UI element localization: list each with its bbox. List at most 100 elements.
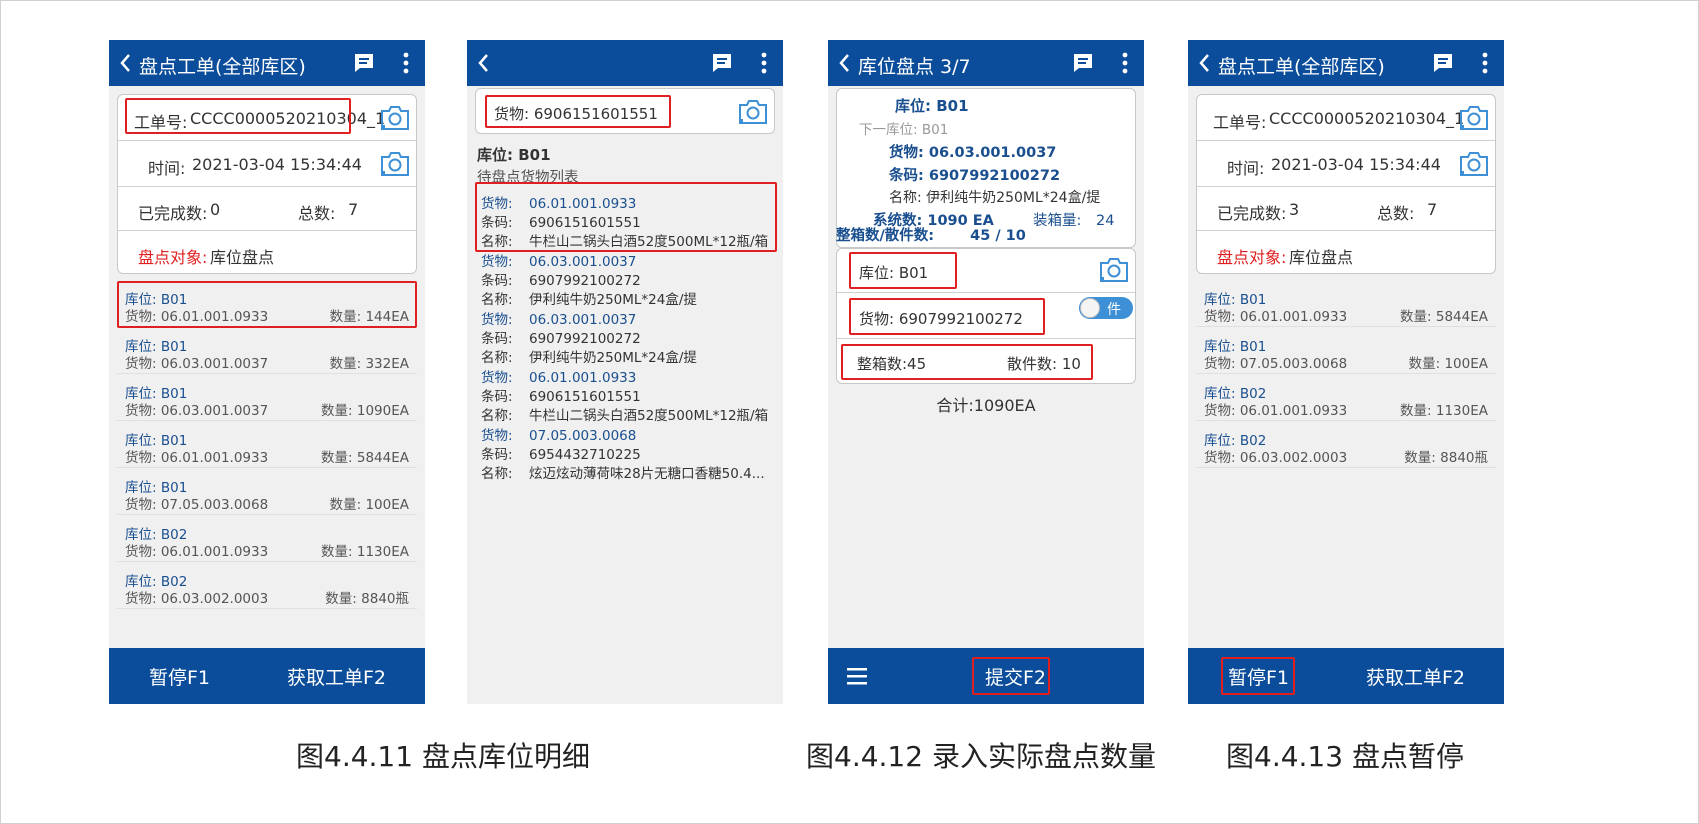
barcode-label: 条码: — [889, 168, 924, 184]
message-icon[interactable] — [1072, 52, 1094, 74]
unit-toggle[interactable]: 件 — [1079, 297, 1133, 319]
location-line: 库位: B01 — [895, 95, 969, 116]
name-line: 名称: 牛栏山二锅头白酒52度500ML*12瓶/箱 — [481, 404, 768, 424]
time-value: 2021-03-04 15:34:44 — [1271, 155, 1441, 174]
message-icon[interactable] — [1432, 52, 1454, 74]
list-item[interactable]: 库位: B01 货物: 06.03.001.0037 数量: 332EA — [117, 327, 417, 374]
order-info-card: 工单号: CCCC0000520210304_1 时间: 2021-03-04 … — [1196, 94, 1496, 274]
target-value: 库位盘点 — [210, 248, 275, 267]
list-item[interactable]: 库位: B02 货物: 06.03.002.0003 数量: 8840瓶 — [117, 562, 417, 609]
name-value: 伊利纯牛奶250ML*24盒/提 — [529, 350, 697, 366]
location-list: 库位: B01 货物: 06.01.001.0933 数量: 144EA 库位: B… — [117, 280, 417, 609]
scan-camera-icon[interactable] — [1459, 151, 1489, 177]
scan-camera-icon[interactable] — [1459, 105, 1489, 131]
highlight-box — [849, 298, 1045, 335]
barcode-value: 6954432710225 — [529, 447, 641, 463]
list-item[interactable]: 库位: B01 货物: 07.05.003.0068 数量: 100EA — [1196, 327, 1496, 374]
item-goods: 货物: 06.01.001.0933 — [1204, 403, 1348, 419]
item-quantity: 数量: 1130EA — [321, 544, 409, 560]
scan-camera-icon[interactable] — [738, 99, 768, 125]
toggle-knob — [1080, 298, 1100, 318]
list-item[interactable]: 库位: B01 货物: 07.05.003.0068 数量: 100EA — [117, 468, 417, 515]
goods-key: 货物: — [481, 428, 513, 444]
barcode-line: 条码: 6907992100272 — [481, 327, 641, 347]
name-key: 名称: — [481, 292, 513, 308]
total-count-label: 总数: — [298, 204, 336, 223]
back-icon[interactable] — [119, 53, 133, 73]
app-bar — [467, 40, 783, 86]
box-piece-value: 45 / 10 — [970, 228, 1026, 244]
list-item[interactable]: 库位: B02 货物: 06.01.001.0933 数量: 1130EA — [117, 515, 417, 562]
goods-value: 06.01.001.0933 — [529, 370, 637, 386]
scan-camera-icon[interactable] — [380, 105, 410, 131]
target-value: 库位盘点 — [1289, 248, 1354, 267]
item-quantity: 数量: 5844EA — [321, 450, 409, 466]
figure-caption: 图4.4.11 盘点库位明细 — [296, 740, 590, 773]
list-item[interactable]: 库位: B01 货物: 06.03.001.0037 数量: 1090EA — [117, 374, 417, 421]
list-item[interactable]: 库位: B02 货物: 06.03.002.0003 数量: 8840瓶 — [1196, 421, 1496, 468]
pack-qty-label: 装箱量: — [1033, 213, 1082, 229]
item-goods: 货物: 06.01.001.0933 — [125, 450, 269, 466]
time-label: 时间: — [1227, 159, 1265, 178]
highlight-box — [485, 95, 671, 128]
barcode-value: 6907992100272 — [529, 273, 641, 289]
item-quantity: 数量: 1090EA — [321, 403, 409, 419]
goods-key: 货物: — [481, 254, 513, 270]
location-label: 库位: — [477, 146, 513, 164]
list-item[interactable]: 库位: B01 货物: 06.01.001.0933 数量: 5844EA — [117, 421, 417, 468]
figure-caption: 图4.4.13 盘点暂停 — [1226, 740, 1464, 773]
count-row: 已完成数: 0 总数: 7 — [118, 187, 416, 231]
item-quantity: 数量: 1130EA — [1400, 403, 1488, 419]
item-goods: 货物: 06.03.001.0037 — [125, 356, 269, 372]
time-label: 时间: — [148, 159, 186, 178]
scan-camera-icon[interactable] — [1099, 257, 1129, 283]
list-item[interactable]: 库位: B01 货物: 06.01.001.0933 数量: 5844EA — [1196, 280, 1496, 327]
pack-qty-line: 装箱量: 24 — [1033, 209, 1114, 230]
menu-icon[interactable] — [846, 666, 868, 686]
barcode-line: 条码: 6906151601551 — [481, 385, 641, 405]
back-icon[interactable] — [1198, 53, 1212, 73]
item-quantity: 数量: 332EA — [329, 356, 409, 372]
phone-screen-goods-list: 货物: 6906151601551 库位: B01 待盘点货物列表 货物: 06.… — [467, 40, 783, 704]
scan-camera-icon[interactable] — [380, 151, 410, 177]
time-value: 2021-03-04 15:34:44 — [192, 155, 362, 174]
name-label: 名称: — [889, 190, 922, 206]
back-icon[interactable] — [838, 53, 852, 73]
toggle-label: 件 — [1107, 302, 1121, 318]
more-options-icon[interactable] — [402, 51, 410, 75]
name-value: 牛栏山二锅头白酒52度500ML*12瓶/箱 — [529, 408, 769, 424]
fetch-order-button[interactable]: 获取工单F2 — [287, 663, 386, 690]
done-count-label: 已完成数: — [138, 204, 208, 223]
more-options-icon[interactable] — [1121, 51, 1129, 75]
box-piece-line: 整箱数/散件数: 45 / 10 — [836, 224, 1026, 245]
goods-code-line: 货物: 06.03.001.0037 — [481, 250, 636, 270]
total-count-value: 7 — [348, 200, 359, 219]
highlight-box — [972, 657, 1050, 695]
order-number-row[interactable]: 工单号: CCCC0000520210304_1 — [1197, 95, 1495, 141]
pause-button[interactable]: 暂停F1 — [149, 663, 210, 690]
item-quantity: 数量: 100EA — [329, 497, 409, 513]
message-icon[interactable] — [711, 52, 733, 74]
highlight-box — [849, 252, 957, 289]
goods-code-line: 货物: 06.01.001.0933 — [481, 366, 636, 386]
name-line: 名称: 伊利纯牛奶250ML*24盒/提 — [481, 346, 697, 366]
app-bar: 盘点工单(全部库区) — [109, 40, 425, 86]
goods-value: 06.03.001.0037 — [928, 145, 1057, 161]
order-number-label: 工单号: — [1213, 113, 1267, 132]
list-item[interactable]: 库位: B02 货物: 06.01.001.0933 数量: 1130EA — [1196, 374, 1496, 421]
fetch-order-button[interactable]: 获取工单F2 — [1366, 663, 1465, 690]
more-options-icon[interactable] — [1481, 51, 1489, 75]
next-location: 下一库位: B01 — [859, 122, 949, 138]
goods-code-line: 货物: 06.03.001.0037 — [481, 308, 636, 328]
name-line: 名称: 伊利纯牛奶250ML*24盒/提 — [481, 288, 697, 308]
target-row: 盘点对象: 库位盘点 — [1197, 231, 1495, 275]
barcode-key: 条码: — [481, 331, 513, 347]
item-goods: 货物: 07.05.003.0068 — [125, 497, 269, 513]
barcode-line: 条码: 6954432710225 — [481, 443, 641, 463]
goods-label: 货物: — [889, 145, 924, 161]
back-icon[interactable] — [477, 53, 491, 73]
page-title: 库位盘点 3/7 — [858, 56, 971, 78]
message-icon[interactable] — [353, 52, 375, 74]
goods-key: 货物: — [481, 312, 513, 328]
more-options-icon[interactable] — [760, 51, 768, 75]
